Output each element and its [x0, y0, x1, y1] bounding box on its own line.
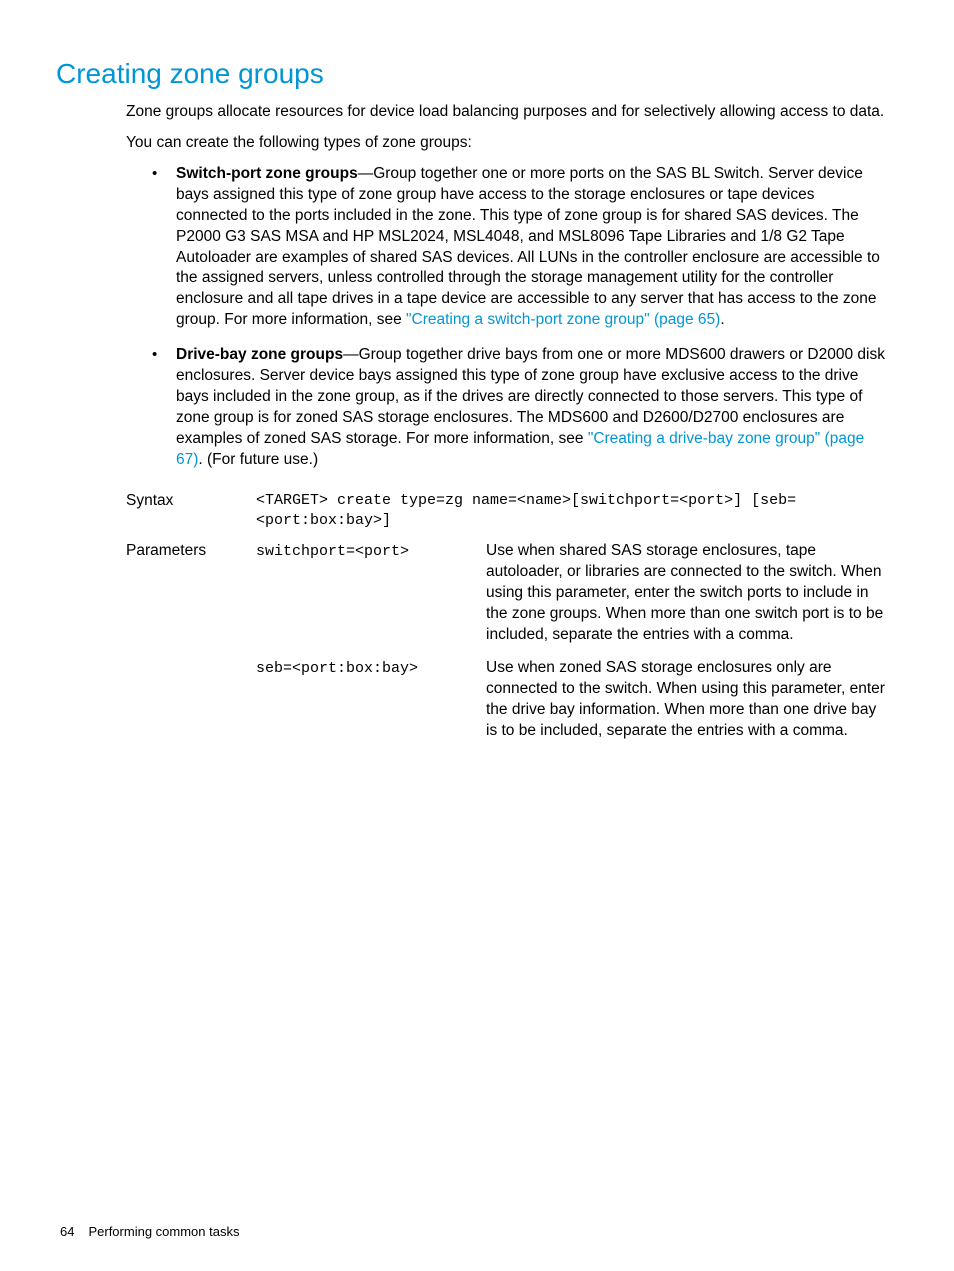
page-number: 64	[60, 1224, 74, 1239]
param-desc: Use when shared SAS storage enclosures, …	[486, 541, 886, 646]
parameters-label: Parameters	[126, 541, 256, 560]
param-name: switchport=<port>	[256, 541, 486, 562]
parameters-row: Parameters switchport=<port> Use when sh…	[126, 541, 886, 753]
page-heading: Creating zone groups	[56, 58, 894, 90]
bullet-text: —Group together one or more ports on the…	[176, 165, 880, 328]
intro-paragraph-1: Zone groups allocate resources for devic…	[126, 102, 886, 123]
syntax-value: <TARGET> create type=zg name=<name>[swit…	[256, 491, 886, 532]
page-footer: 64 Performing common tasks	[60, 1224, 239, 1239]
param-seb: seb=<port:box:bay> Use when zoned SAS st…	[256, 658, 886, 742]
bullet-title: Drive-bay zone groups	[176, 346, 343, 363]
footer-title: Performing common tasks	[88, 1224, 239, 1239]
intro-paragraph-2: You can create the following types of zo…	[126, 133, 886, 154]
bullet-after: .	[720, 311, 724, 328]
bullet-title: Switch-port zone groups	[176, 165, 358, 182]
bullet-switch-port: Switch-port zone groups—Group together o…	[146, 164, 886, 331]
param-desc: Use when zoned SAS storage enclosures on…	[486, 658, 886, 742]
bullet-after: . (For future use.)	[198, 451, 318, 468]
param-name: seb=<port:box:bay>	[256, 658, 486, 679]
syntax-row: Syntax <TARGET> create type=zg name=<nam…	[126, 491, 886, 532]
bullet-drive-bay: Drive-bay zone groups—Group together dri…	[146, 345, 886, 471]
link-switch-port-zone-group[interactable]: "Creating a switch-port zone group" (pag…	[406, 311, 720, 328]
syntax-label: Syntax	[126, 491, 256, 510]
param-switchport: switchport=<port> Use when shared SAS st…	[256, 541, 886, 646]
